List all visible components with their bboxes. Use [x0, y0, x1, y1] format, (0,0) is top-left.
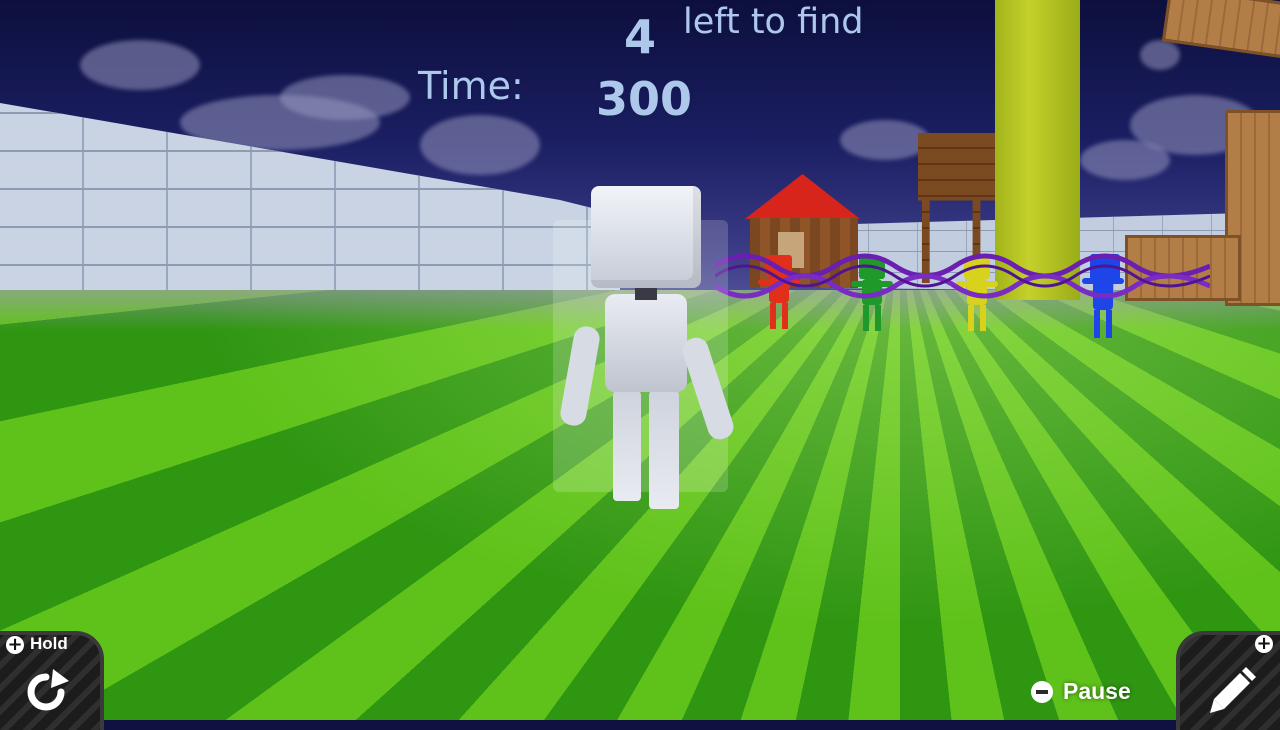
pause-label: Pause [1063, 678, 1131, 704]
hold-plus-icon: + [6, 634, 24, 655]
remaining-count: 4 [624, 10, 657, 64]
player-leg-left [613, 391, 641, 501]
time-label: Time: [418, 64, 524, 108]
remaining-label: left to find [683, 2, 864, 42]
hold-label: Hold [30, 634, 68, 653]
edit-plus-icon: + [1255, 633, 1273, 654]
pause-button[interactable]: Pause [1031, 678, 1131, 705]
player-torso [605, 294, 687, 392]
time-value: 300 [596, 72, 693, 126]
rotate-icon [27, 669, 69, 711]
player-leg-right [649, 391, 679, 509]
purple-rope-barrier [715, 253, 1210, 299]
minus-button-icon [1031, 680, 1053, 703]
pencil-icon [1210, 667, 1256, 713]
player-neck [635, 286, 657, 300]
player-robot [553, 186, 737, 511]
player-head [591, 186, 701, 288]
